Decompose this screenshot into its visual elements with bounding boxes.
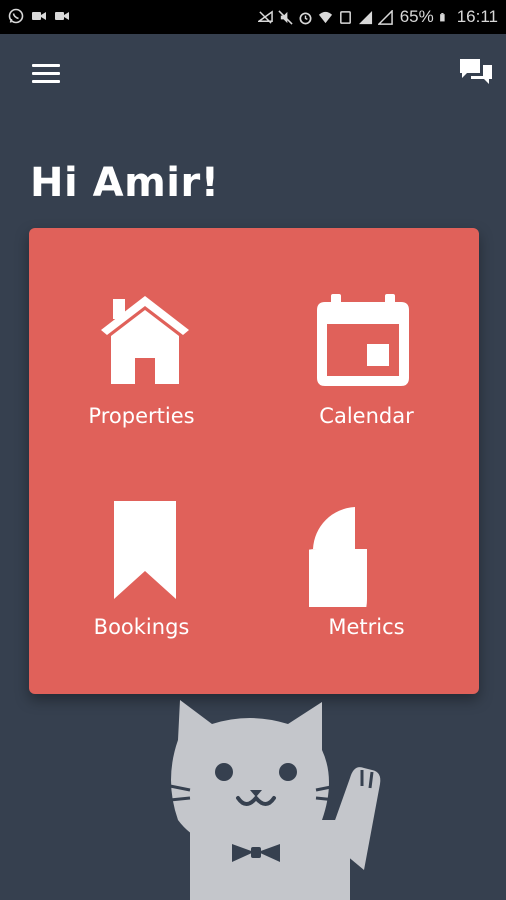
cat-mascot-illustration (169, 700, 381, 900)
signal-icon (377, 9, 393, 25)
calendar-icon (317, 294, 409, 386)
tile-properties[interactable]: Properties (29, 228, 254, 461)
battery-icon (439, 12, 445, 21)
status-notifications (8, 8, 70, 24)
whatsapp-icon (8, 8, 24, 24)
menu-line (32, 72, 60, 75)
menu-line (32, 80, 60, 83)
menu-line (32, 64, 60, 67)
signal-icon (358, 10, 372, 24)
battery-level: 65% (399, 7, 434, 26)
dashboard-card: Properties Calendar Bookings Metrics (29, 228, 479, 694)
video-camera-icon (55, 12, 69, 20)
mute-icon (278, 9, 293, 25)
house-icon (101, 296, 189, 384)
video-camera-icon (32, 12, 46, 20)
tile-label-metrics: Metrics (328, 615, 405, 639)
tile-metrics[interactable]: Metrics (254, 461, 479, 694)
hamburger-menu-icon[interactable] (32, 64, 60, 86)
tile-label-bookings: Bookings (93, 615, 190, 639)
pie-chart-icon (309, 507, 367, 607)
alarm-icon (299, 11, 312, 24)
tile-label-calendar: Calendar (319, 404, 414, 428)
no-signal-icon (257, 9, 273, 24)
tile-bookings[interactable]: Bookings (29, 461, 254, 694)
data-icon (339, 10, 351, 24)
chat-icon[interactable] (458, 56, 494, 88)
status-bar: 65% 16:11 (0, 0, 506, 34)
clock: 16:11 (456, 7, 498, 26)
bookmark-icon (114, 501, 176, 599)
wifi-icon (318, 11, 332, 23)
tile-label-properties: Properties (88, 404, 195, 428)
greeting-title: Hi Amir! (30, 160, 220, 206)
tile-calendar[interactable]: Calendar (254, 228, 479, 461)
status-indicators: 65% 16:11 (257, 7, 498, 27)
